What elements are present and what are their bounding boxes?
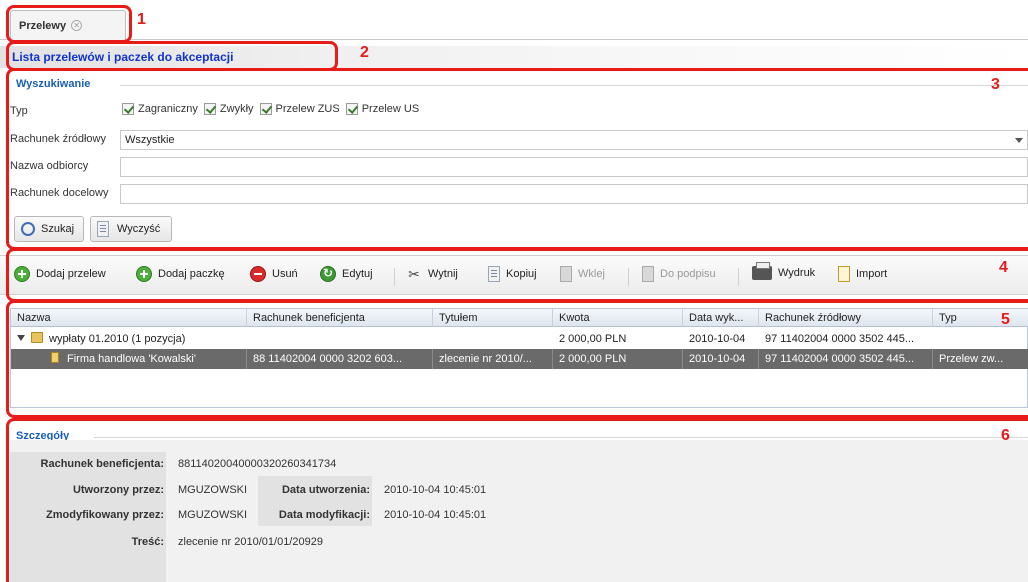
remove-icon (250, 266, 266, 282)
edit-button[interactable]: Edytuj (320, 266, 373, 282)
beneficiary-label: Rachunek beneficjenta: (40, 458, 164, 470)
tab-label: Przelewy (19, 19, 67, 32)
cut-button[interactable]: ✂ Wytnij (406, 266, 458, 282)
beneficiary-value: 88114020040000320260341734 (178, 458, 337, 470)
checkbox-zwykly[interactable]: Zwykły (203, 103, 254, 115)
search-legend: Wyszukiwanie (16, 78, 91, 90)
column-header-amount[interactable]: Kwota (553, 309, 683, 327)
close-icon[interactable]: ✕ (71, 20, 83, 31)
recipient-label: Nazwa odbiorcy (10, 160, 89, 172)
modified-by-value: MGUZOWSKI (178, 509, 248, 521)
created-by-label: Utworzony przez: (72, 484, 164, 496)
import-button[interactable]: Import (838, 266, 887, 282)
copy-icon (488, 266, 500, 282)
annotation-number-5: 5 (1001, 311, 1010, 328)
add-transfer-button[interactable]: Dodaj przelew (14, 266, 106, 282)
checkbox-zagraniczny[interactable]: Zagraniczny (122, 103, 198, 115)
table-row[interactable]: wypłaty 01.2010 (1 pozycja) 2 000,00 PLN… (11, 329, 1028, 349)
source-account-label: Rachunek źródłowy (10, 133, 106, 145)
page-title-bar: Lista przelewów i paczek do akceptacji (0, 46, 1028, 68)
annotation-number-1: 1 (137, 11, 146, 28)
check-icon (259, 103, 272, 115)
type-label: Typ (10, 105, 28, 117)
column-header-beneficiary[interactable]: Rachunek beneficjenta (247, 309, 433, 327)
check-icon (203, 103, 216, 115)
search-icon (21, 222, 35, 236)
column-header-type[interactable]: Typ (933, 309, 1028, 327)
source-account-select[interactable]: Wszystkie (120, 130, 1028, 150)
add-package-button[interactable]: Dodaj paczkę (136, 266, 225, 282)
copy-button[interactable]: Kopiuj (488, 266, 537, 282)
expand-icon[interactable] (17, 335, 25, 341)
check-icon (122, 103, 134, 115)
search-button[interactable]: Szukaj (14, 216, 84, 242)
column-header-name[interactable]: Nazwa (11, 309, 247, 327)
chevron-down-icon[interactable] (1015, 138, 1023, 143)
tab-przelewy[interactable]: Przelewy ✕ (10, 10, 126, 40)
annotation-number-6: 6 (1001, 427, 1010, 444)
content-value: zlecenie nr 2010/01/01/20929 (178, 536, 323, 548)
folder-icon (31, 332, 43, 343)
column-header-date[interactable]: Data wyk... (683, 309, 759, 327)
print-button[interactable]: Wydruk (752, 262, 815, 280)
delete-button[interactable]: Usuń (250, 266, 298, 282)
checkbox-przelew-us[interactable]: Przelew US (345, 103, 419, 115)
column-header-title[interactable]: Tytułem (433, 309, 553, 327)
transfers-grid: Nazwa Rachunek beneficjenta Tytułem Kwot… (10, 308, 1028, 408)
grid-header: Nazwa Rachunek beneficjenta Tytułem Kwot… (11, 309, 1028, 327)
type-checkboxes: Zagraniczny Zwykły Przelew ZUS Przelew U… (122, 103, 425, 115)
printer-icon (752, 262, 772, 280)
to-sign-button[interactable]: Do podpisu (642, 266, 716, 282)
edit-icon (320, 266, 336, 282)
content-label: Treść: (131, 536, 164, 548)
details-panel: Rachunek beneficjenta: 88114020040000320… (10, 440, 1028, 582)
page-title: Lista przelewów i paczek do akceptacji (12, 50, 234, 64)
annotation-number-3: 3 (991, 76, 1000, 93)
created-by-value: MGUZOWSKI (178, 484, 248, 496)
paste-button[interactable]: Wklej (560, 266, 605, 282)
modified-date-value: 2010-10-04 10:45:01 (384, 509, 487, 521)
paste-icon (560, 266, 572, 282)
document-icon (51, 352, 59, 363)
created-date-value: 2010-10-04 10:45:01 (384, 484, 487, 496)
annotation-number-4: 4 (999, 259, 1008, 276)
clipboard-icon (838, 266, 850, 282)
clear-icon (97, 221, 109, 237)
table-row[interactable]: Firma handlowa 'Kowalski' 88 11402004 00… (11, 349, 1028, 369)
target-account-input[interactable] (120, 184, 1028, 204)
column-header-source-account[interactable]: Rachunek źródłowy (759, 309, 933, 327)
clear-button[interactable]: Wyczyść (90, 216, 172, 242)
add-icon (14, 266, 30, 282)
modified-date-label: Data modyfikacji: (278, 509, 370, 521)
toolbar: Dodaj przelew Dodaj paczkę Usuń Edytuj ✂… (0, 255, 1028, 295)
add-icon (136, 266, 152, 282)
annotation-number-2: 2 (360, 44, 369, 61)
modified-by-label: Zmodyfikowany przez: (46, 509, 164, 521)
scissors-icon: ✂ (408, 266, 420, 282)
recipient-input[interactable] (120, 157, 1028, 177)
tab-strip: Przelewy ✕ (0, 0, 1028, 40)
check-icon (345, 103, 358, 115)
created-date-label: Data utworzenia: (281, 484, 370, 496)
search-legend-row: Wyszukiwanie (10, 78, 1028, 90)
target-account-label: Rachunek docelowy (10, 187, 109, 199)
checkbox-przelew-zus[interactable]: Przelew ZUS (259, 103, 340, 115)
sign-icon (642, 266, 654, 282)
